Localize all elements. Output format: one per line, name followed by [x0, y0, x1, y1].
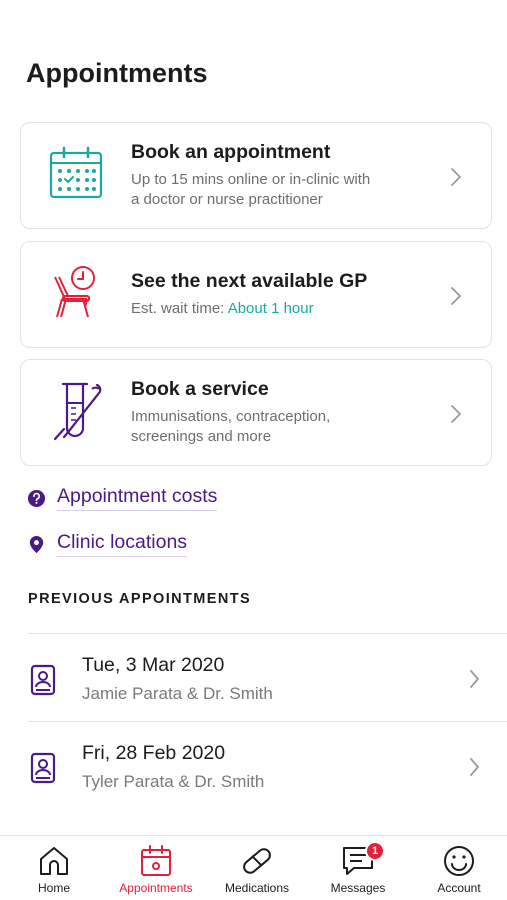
book-appointment-card[interactable]: Book an appointment Up to 15 mins online… [20, 122, 492, 229]
appointment-date: Tue, 3 Mar 2020 [82, 654, 225, 676]
calendar-icon [49, 146, 103, 199]
smiley-icon [444, 846, 474, 876]
link-label[interactable]: Clinic locations [57, 531, 188, 557]
waiting-chair-clock-icon [54, 266, 95, 318]
pill-icon [243, 848, 271, 874]
previous-appointment-item[interactable]: Fri, 28 Feb 2020 Tyler Parata & Dr. Smit… [28, 721, 507, 809]
tab-account[interactable]: Account [409, 843, 507, 899]
section-heading: PREVIOUS APPOINTMENTS [28, 591, 252, 607]
clinic-locations-link[interactable]: Clinic locations [27, 531, 188, 557]
tab-label: Appointments [119, 881, 193, 895]
tab-medications[interactable]: Medications [207, 843, 307, 899]
card-subtitle: Immunisations, contraception, screenings… [131, 408, 331, 445]
appointment-people: Tyler Parata & Dr. Smith [82, 772, 265, 791]
chevron-right-icon [451, 405, 461, 423]
next-available-gp-card[interactable]: See the next available GP Est. wait time… [20, 241, 492, 348]
unread-badge: 1 [365, 841, 385, 861]
tab-home[interactable]: Home [4, 843, 104, 899]
card-title: Book an appointment [131, 141, 331, 163]
appointment-date: Fri, 28 Feb 2020 [82, 742, 226, 764]
tab-label: Home [37, 881, 70, 895]
card-subtitle: Est. wait time: About 1 hour [131, 300, 314, 317]
location-pin-icon [29, 535, 44, 553]
chevron-right-icon [451, 287, 461, 305]
chevron-right-icon [470, 670, 479, 688]
book-service-card[interactable]: Book a service Immunisations, contracept… [20, 359, 492, 466]
tab-label: Account [437, 881, 481, 895]
tab-label: Messages [330, 881, 386, 895]
link-label[interactable]: Appointment costs [57, 485, 218, 511]
card-title: Book a service [131, 378, 269, 400]
home-icon [40, 847, 68, 875]
calendar-icon [141, 845, 171, 876]
tab-appointments[interactable]: Appointments [106, 843, 206, 899]
chevron-right-icon [470, 758, 479, 776]
page-title: Appointments [26, 58, 208, 88]
appointment-record-icon [30, 664, 56, 696]
appointment-costs-link[interactable]: Appointment costs [27, 485, 218, 511]
card-subtitle: Up to 15 mins online or in-clinic with a… [131, 171, 371, 208]
card-title: See the next available GP [131, 270, 368, 292]
previous-appointment-item[interactable]: Tue, 3 Mar 2020 Jamie Parata & Dr. Smith [28, 633, 507, 721]
tab-messages[interactable]: 1 Messages [308, 841, 408, 899]
bottom-tab-bar: Home Appointments Medications 1 Messages [0, 835, 507, 900]
wait-time-value: About 1 hour [227, 300, 314, 317]
appointment-people: Jamie Parata & Dr. Smith [82, 684, 273, 703]
question-circle-icon [27, 489, 46, 507]
tab-label: Medications [224, 881, 290, 895]
appointment-record-icon [30, 752, 56, 784]
test-tube-icon [53, 382, 102, 441]
chevron-right-icon [451, 168, 461, 186]
